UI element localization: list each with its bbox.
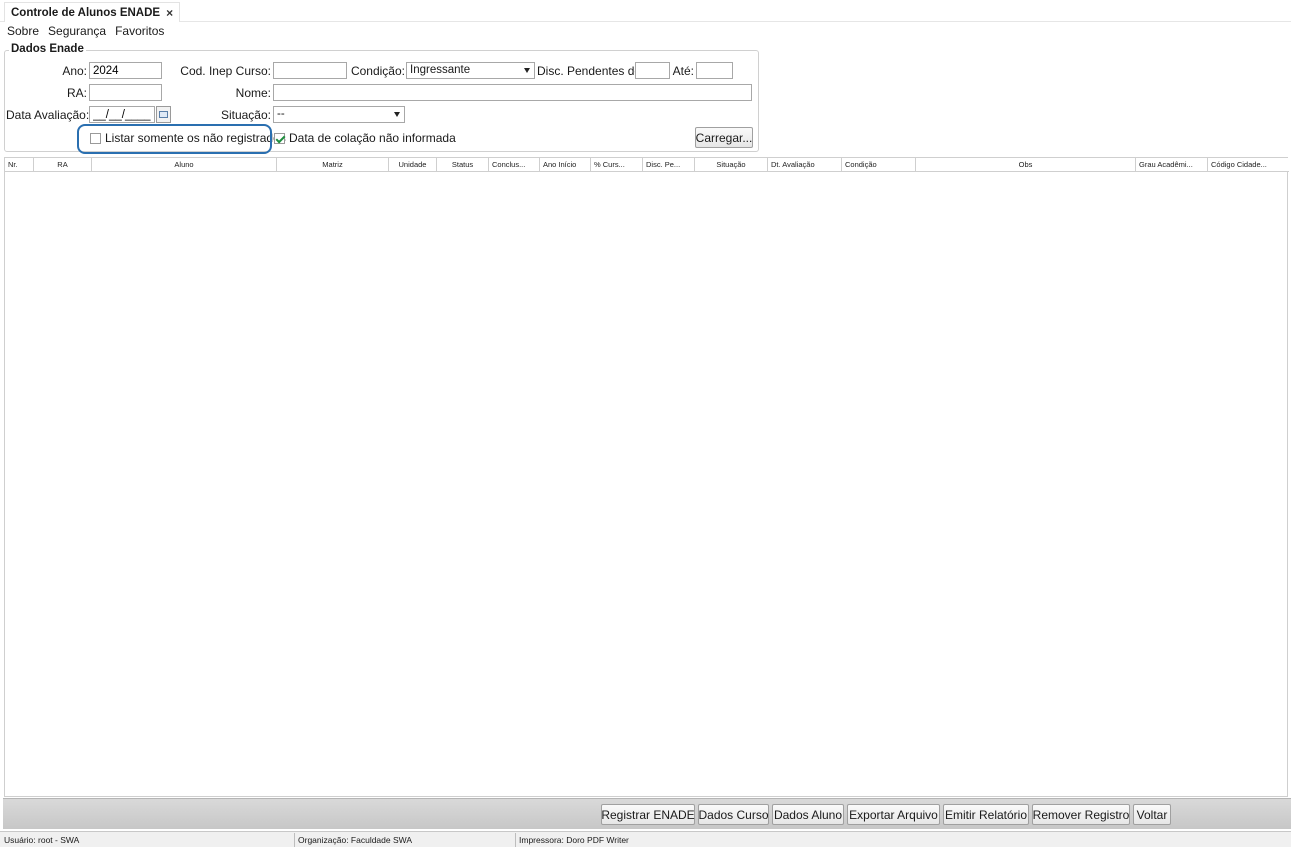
col-conclusao[interactable]: Conclus... [489,158,540,172]
chevron-down-icon [394,112,400,117]
emitir-relatorio-button[interactable]: Emitir Relatório [943,804,1029,825]
dados-curso-button[interactable]: Dados Curso [698,804,769,825]
colacao-label: Data de colação não informada [289,131,456,145]
table-header: Nr. RA Aluno Matriz Unidade Status Concl… [5,158,1289,172]
remover-registro-button[interactable]: Remover Registro [1032,804,1130,825]
situacao-select[interactable]: -- [273,106,405,123]
menu-seguranca[interactable]: Segurança [48,24,106,40]
col-situacao[interactable]: Situação [695,158,768,172]
col-status[interactable]: Status [437,158,489,172]
exportar-arquivo-button[interactable]: Exportar Arquivo [847,804,940,825]
col-obs[interactable]: Obs [916,158,1136,172]
voltar-button[interactable]: Voltar [1133,804,1171,825]
col-disc-pendentes[interactable]: Disc. Pe... [643,158,695,172]
carregar-button[interactable]: Carregar... [695,127,753,148]
dados-aluno-button[interactable]: Dados Aluno [772,804,844,825]
data-avaliacao-field[interactable] [89,106,155,123]
col-codigo-cidade[interactable]: Código Cidade... [1208,158,1281,172]
situacao-value: -- [277,108,285,120]
disc-pendentes-field[interactable] [635,62,670,79]
disc-pendentes-label: Disc. Pendentes de: [537,64,645,78]
col-grau-academico[interactable]: Grau Acadêmi... [1136,158,1208,172]
data-avaliacao-label: Data Avaliação: [6,108,90,122]
cod-inep-field[interactable] [273,62,347,79]
status-usuario: Usuário: root - SWA [4,835,80,845]
col-nr[interactable]: Nr. [5,158,34,172]
ra-field[interactable] [89,84,162,101]
chevron-down-icon [524,68,530,73]
col-unidade[interactable]: Unidade [389,158,437,172]
col-matriz[interactable]: Matriz [277,158,389,172]
cod-inep-label: Cod. Inep Curso: [180,64,271,78]
ano-label: Ano: [62,64,87,78]
checkbox-box[interactable] [90,132,101,144]
ate-field[interactable] [696,62,733,79]
nome-label: Nome: [235,86,271,100]
calendar-icon [159,111,168,118]
col-dt-avaliacao[interactable]: Dt. Avaliação [768,158,842,172]
tab-controle-alunos-enade[interactable]: Controle de Alunos ENADE × [4,2,181,22]
carregar-label: Carregar... [695,130,753,145]
menu-sobre[interactable]: Sobre [7,24,39,40]
action-bar: Registrar ENADE Dados Curso Dados Aluno … [3,798,1291,829]
nome-field[interactable] [273,84,752,101]
status-organizacao: Organização: Faculdade SWA [298,835,413,845]
col-aluno[interactable]: Aluno [92,158,277,172]
col-ra[interactable]: RA [34,158,92,172]
condicao-value: Ingressante [410,64,471,76]
tab-title: Controle de Alunos ENADE [11,6,161,19]
listar-nao-registrados-checkbox[interactable]: Listar somente os não registrados [90,131,286,145]
col-condicao[interactable]: Condição [842,158,916,172]
group-title: Dados Enade [9,43,86,55]
condicao-select[interactable]: Ingressante [406,62,535,79]
ate-label: Até: [672,64,694,78]
tab-strip: Controle de Alunos ENADE × [0,0,1291,22]
col-perc-cursado[interactable]: % Curs... [591,158,643,172]
status-separator [294,833,295,847]
close-tab-icon[interactable]: × [166,6,173,20]
checkbox-box-checked[interactable] [274,132,285,144]
situacao-label: Situação: [220,108,271,122]
registrar-enade-button[interactable]: Registrar ENADE [601,804,695,825]
students-table[interactable]: Nr. RA Aluno Matriz Unidade Status Concl… [4,157,1289,797]
colacao-nao-informada-checkbox[interactable]: Data de colação não informada [274,131,456,145]
calendar-button[interactable] [156,106,171,123]
condicao-label: Condição: [350,64,405,78]
ra-label: RA: [66,86,87,100]
menu-bar: Sobre Segurança Favoritos [0,24,164,40]
menu-favoritos[interactable]: Favoritos [115,24,164,40]
status-bar: Usuário: root - SWA Organização: Faculda… [0,831,1291,847]
listar-label: Listar somente os não registrados [105,131,286,145]
status-separator [515,833,516,847]
col-ano-inicio[interactable]: Ano Início [540,158,591,172]
status-impressora: Impressora: Doro PDF Writer [519,835,629,845]
ano-field[interactable] [89,62,162,79]
